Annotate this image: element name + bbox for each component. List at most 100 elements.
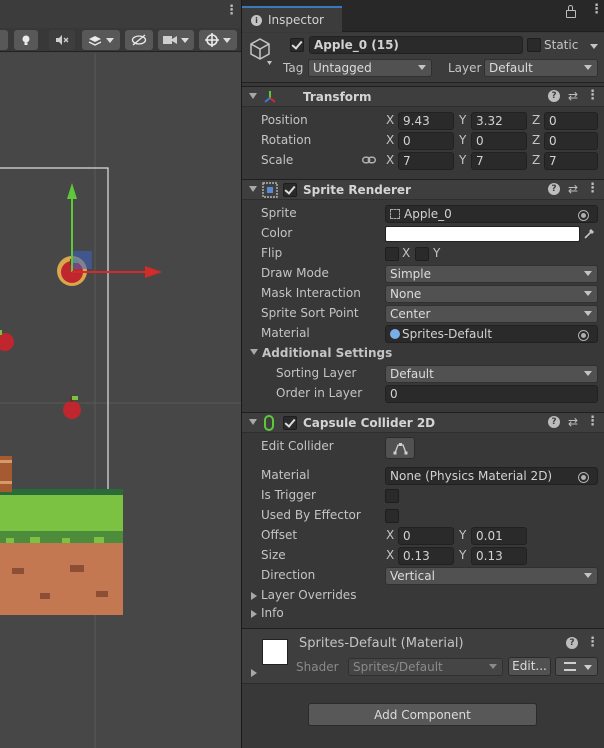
sprite-renderer-enabled-checkbox[interactable] xyxy=(283,183,297,197)
used-by-effector-checkbox[interactable] xyxy=(385,509,399,523)
transform-header[interactable]: Transform ? ⇄ ⋮ xyxy=(242,86,604,107)
collider-material-field[interactable]: None (Physics Material 2D) xyxy=(385,467,598,485)
direction-label: Direction xyxy=(261,568,316,582)
position-x-field[interactable]: 9.43 xyxy=(398,112,454,130)
help-icon[interactable]: ? xyxy=(547,90,560,102)
kebab-menu-icon[interactable]: ⋮ xyxy=(586,415,599,428)
layer-dropdown[interactable]: Default xyxy=(484,59,598,77)
axis-x-label[interactable]: X xyxy=(386,153,394,167)
sprite-field[interactable]: Apple_0 xyxy=(385,205,598,223)
kebab-menu-icon[interactable]: ⋮ xyxy=(590,3,603,16)
add-component-button[interactable]: Add Component xyxy=(308,703,537,726)
mask-interaction-dropdown[interactable]: None xyxy=(385,285,598,303)
kebab-menu-icon[interactable]: ⋮ xyxy=(586,89,599,102)
kebab-menu-icon[interactable]: ⋮ xyxy=(225,4,238,17)
axis-y-label[interactable]: Y xyxy=(459,133,466,147)
scene-visibility-toggle[interactable] xyxy=(125,30,153,50)
gizmos-dropdown[interactable] xyxy=(199,30,237,50)
draw-mode-dropdown[interactable]: Simple xyxy=(385,265,598,283)
scale-x-field[interactable]: 7 xyxy=(398,152,454,170)
position-y-field[interactable]: 3.32 xyxy=(471,112,527,130)
axis-y-label[interactable]: Y xyxy=(459,548,466,562)
presets-icon[interactable]: ⇄ xyxy=(568,415,578,429)
help-icon[interactable]: ? xyxy=(547,416,560,428)
kebab-menu-icon[interactable]: ⋮ xyxy=(586,636,599,649)
axis-x-label[interactable]: X xyxy=(386,113,394,127)
object-picker-icon[interactable] xyxy=(578,330,589,341)
draw-mode-button[interactable] xyxy=(0,30,8,50)
rotation-z-field[interactable]: 0 xyxy=(544,132,598,150)
camera-dropdown[interactable] xyxy=(158,30,194,50)
axis-z-label[interactable]: Z xyxy=(532,133,540,147)
foldout-icon[interactable] xyxy=(251,669,257,677)
layer-overrides-row[interactable]: Layer Overrides xyxy=(242,586,604,606)
lock-icon[interactable] xyxy=(566,5,576,18)
scene-canvas[interactable] xyxy=(0,53,241,748)
flip-x-checkbox[interactable] xyxy=(385,247,399,261)
help-icon[interactable]: ? xyxy=(547,183,560,195)
shader-menu-dropdown[interactable] xyxy=(555,657,598,676)
offset-y-field[interactable]: 0.01 xyxy=(471,527,527,545)
shader-edit-button[interactable]: Edit... xyxy=(508,657,551,676)
tab-inspector[interactable]: i Inspector xyxy=(242,6,342,32)
presets-icon[interactable]: ⇄ xyxy=(568,182,578,196)
rotation-x-field[interactable]: 0 xyxy=(398,132,454,150)
tag-dropdown[interactable]: Untagged xyxy=(308,59,432,77)
object-name-field[interactable]: Apple_0 (15) xyxy=(309,36,523,54)
additional-settings-label: Additional Settings xyxy=(262,346,393,360)
scale-y-field[interactable]: 7 xyxy=(471,152,527,170)
direction-dropdown[interactable]: Vertical xyxy=(385,567,598,585)
audio-toggle[interactable] xyxy=(49,30,75,50)
axis-x-label[interactable]: X xyxy=(386,528,394,542)
is-trigger-checkbox[interactable] xyxy=(385,489,399,503)
active-checkbox[interactable] xyxy=(290,38,304,52)
axis-y-label[interactable]: Y xyxy=(459,113,466,127)
axis-y-label[interactable]: Y xyxy=(459,153,466,167)
link-icon[interactable] xyxy=(362,155,376,165)
flip-y-checkbox[interactable] xyxy=(415,247,429,261)
order-in-layer-field[interactable]: 0 xyxy=(385,385,598,403)
sprite-renderer-header[interactable]: Sprite Renderer ? ⇄ ⋮ xyxy=(242,179,604,200)
sorting-layer-dropdown[interactable]: Default xyxy=(385,365,598,383)
axis-x-label[interactable]: X xyxy=(386,548,394,562)
rotation-y-field[interactable]: 0 xyxy=(471,132,527,150)
position-z-field[interactable]: 0 xyxy=(544,112,598,130)
size-x-field[interactable]: 0.13 xyxy=(398,547,454,565)
foldout-icon[interactable] xyxy=(249,93,257,99)
scale-row: Scale X 7 Y 7 Z 7 xyxy=(242,151,604,171)
kebab-menu-icon[interactable]: ⋮ xyxy=(586,182,599,195)
shader-dropdown[interactable]: Sprites/Default xyxy=(348,658,503,676)
help-icon[interactable]: ? xyxy=(566,637,578,649)
info-row[interactable]: Info xyxy=(242,604,604,624)
static-dropdown-icon[interactable] xyxy=(590,44,598,49)
sprite-material-field[interactable]: Sprites-Default xyxy=(385,325,598,343)
eyedropper-icon[interactable] xyxy=(583,227,596,240)
presets-icon[interactable]: ⇄ xyxy=(568,89,578,103)
foldout-icon[interactable] xyxy=(249,419,257,425)
foldout-icon[interactable] xyxy=(251,610,257,618)
object-picker-icon[interactable] xyxy=(578,210,589,221)
effects-dropdown[interactable] xyxy=(82,30,120,50)
foldout-icon[interactable] xyxy=(249,186,257,192)
edit-collider-button[interactable] xyxy=(385,437,415,459)
color-swatch[interactable] xyxy=(385,226,580,242)
additional-settings-row[interactable]: Additional Settings xyxy=(242,344,604,364)
scale-z-field[interactable]: 7 xyxy=(544,152,598,170)
sprite-value: Apple_0 xyxy=(404,207,452,221)
capsule-collider-enabled-checkbox[interactable] xyxy=(283,416,297,430)
object-picker-icon[interactable] xyxy=(578,472,589,483)
foldout-icon[interactable] xyxy=(251,592,257,600)
axis-y-label[interactable]: Y xyxy=(459,528,466,542)
scene-view[interactable]: ⋮ xyxy=(0,0,241,748)
static-checkbox[interactable] xyxy=(527,38,541,52)
axis-z-label[interactable]: Z xyxy=(532,153,540,167)
axis-x-label[interactable]: X xyxy=(386,133,394,147)
size-y-field[interactable]: 0.13 xyxy=(471,547,527,565)
capsule-collider-header[interactable]: Capsule Collider 2D ? ⇄ ⋮ xyxy=(242,412,604,433)
sort-point-dropdown[interactable]: Center xyxy=(385,305,598,323)
gameobject-icon[interactable] xyxy=(250,37,272,67)
lighting-toggle[interactable] xyxy=(14,30,38,50)
axis-z-label[interactable]: Z xyxy=(532,113,540,127)
offset-x-field[interactable]: 0 xyxy=(398,527,454,545)
foldout-icon[interactable] xyxy=(250,349,258,355)
